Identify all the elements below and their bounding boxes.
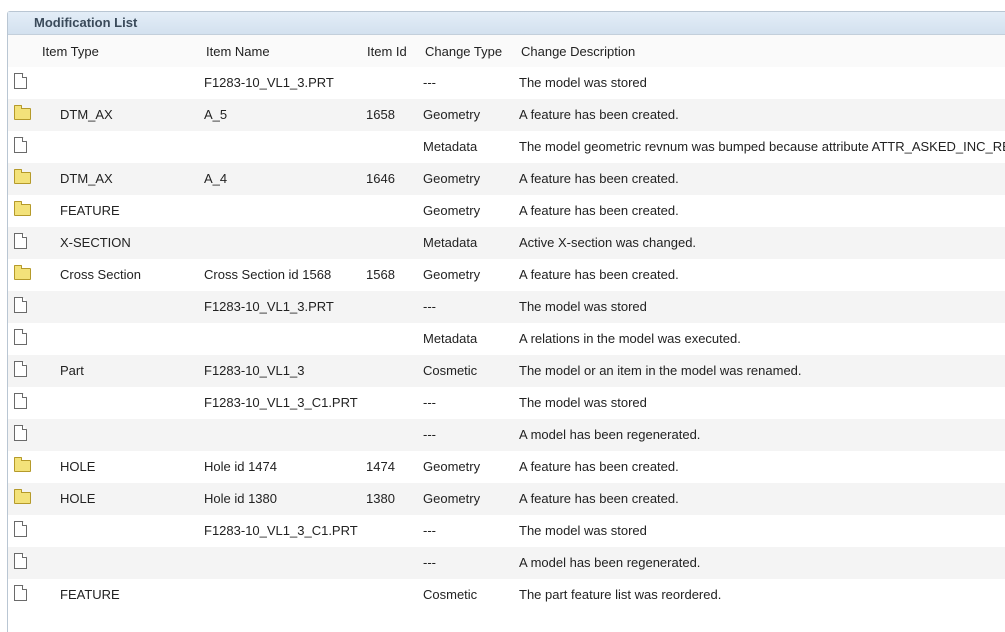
cell-change-type: Geometry bbox=[423, 107, 481, 122]
table-row[interactable]: Metadata The model geometric revnum was b… bbox=[8, 131, 1005, 163]
table-row[interactable]: DTM_AX A_5 1658 Geometry A feature has been … bbox=[8, 99, 1005, 131]
cell-change-description: The model was stored bbox=[519, 395, 647, 410]
cell-change-description: A relations in the model was executed. bbox=[519, 331, 741, 346]
cell-change-description: A feature has been created. bbox=[519, 491, 679, 506]
cell-item-type: X-SECTION bbox=[60, 235, 131, 250]
table-row[interactable]: HOLE Hole id 1380 1380 Geometry A feature ha… bbox=[8, 483, 1005, 515]
cell-change-type: Geometry bbox=[423, 491, 481, 506]
modification-list-panel: Modification List Item Type Item Name It… bbox=[7, 11, 1005, 632]
cell-change-type: Cosmetic bbox=[423, 363, 478, 378]
cell-item-type: Cross Section bbox=[60, 267, 141, 282]
cell-item-type: HOLE bbox=[60, 459, 96, 474]
cell-change-description: A model has been regenerated. bbox=[519, 427, 701, 442]
table-row[interactable]: F1283-10_VL1_3.PRT --- The model was store… bbox=[8, 291, 1005, 323]
cell-change-type: --- bbox=[423, 427, 436, 442]
cell-item-name: A_5 bbox=[204, 107, 228, 122]
column-header-item-type[interactable]: Item Type bbox=[42, 44, 99, 59]
cell-change-description: A feature has been created. bbox=[519, 267, 679, 282]
table-row[interactable]: HOLE Hole id 1474 1474 Geometry A feature ha… bbox=[8, 451, 1005, 483]
cell-item-name: F1283-10_VL1_3.PRT bbox=[204, 75, 334, 90]
cell-item-name: F1283-10_VL1_3.PRT bbox=[204, 299, 334, 314]
table-row[interactable]: FEATURE Cosmetic The part feature list was… bbox=[8, 579, 1005, 611]
panel-title: Modification List bbox=[8, 12, 1005, 35]
cell-item-name: Hole id 1380 bbox=[204, 491, 277, 506]
cell-item-name: Hole id 1474 bbox=[204, 459, 277, 474]
cell-change-description: A feature has been created. bbox=[519, 171, 679, 186]
cell-change-type: --- bbox=[423, 555, 436, 570]
column-header-change-description[interactable]: Change Description bbox=[521, 44, 635, 59]
cell-change-description: A feature has been created. bbox=[519, 203, 679, 218]
column-header-row: Item Type Item Name Item Id Change Type … bbox=[8, 35, 1005, 67]
cell-change-description: The model was stored bbox=[519, 299, 647, 314]
cell-item-type: FEATURE bbox=[60, 587, 120, 602]
table-row[interactable]: Part F1283-10_VL1_3 Cosmetic The model or a… bbox=[8, 355, 1005, 387]
cell-item-id: 1658 bbox=[366, 107, 395, 122]
cell-change-description: The model geometric revnum was bumped be… bbox=[519, 139, 1005, 154]
column-header-item-id[interactable]: Item Id bbox=[367, 44, 407, 59]
cell-change-description: Active X-section was changed. bbox=[519, 235, 697, 250]
table-row[interactable]: F1283-10_VL1_3.PRT --- The model was store… bbox=[8, 67, 1005, 99]
table-row[interactable]: Metadata A relations in the model was exe… bbox=[8, 323, 1005, 355]
cell-item-type: FEATURE bbox=[60, 203, 120, 218]
cell-item-id: 1474 bbox=[366, 459, 395, 474]
cell-change-type: --- bbox=[423, 75, 436, 90]
cell-change-type: Geometry bbox=[423, 203, 481, 218]
table-row[interactable]: --- A model has been regenerated. bbox=[8, 419, 1005, 451]
cell-change-type: Metadata bbox=[423, 139, 478, 154]
cell-change-type: --- bbox=[423, 395, 436, 410]
table-row[interactable]: F1283-10_VL1_3_C1.PRT --- The model was st… bbox=[8, 387, 1005, 419]
cell-change-type: Geometry bbox=[423, 459, 481, 474]
column-header-item-name[interactable]: Item Name bbox=[206, 44, 270, 59]
cell-item-id: 1380 bbox=[366, 491, 395, 506]
cell-item-name: Cross Section id 1568 bbox=[204, 267, 332, 282]
cell-item-type: DTM_AX bbox=[60, 107, 113, 122]
table-row[interactable]: X-SECTION Metadata Active X-section was ch… bbox=[8, 227, 1005, 259]
cell-change-type: Cosmetic bbox=[423, 587, 478, 602]
cell-change-description: The model was stored bbox=[519, 523, 647, 538]
modification-table-body: F1283-10_VL1_3.PRT --- The model was store… bbox=[8, 67, 1005, 611]
cell-item-id: 1646 bbox=[366, 171, 395, 186]
cell-item-name: A_4 bbox=[204, 171, 228, 186]
table-row[interactable]: FEATURE Geometry A feature has been create… bbox=[8, 195, 1005, 227]
cell-change-description: A model has been regenerated. bbox=[519, 555, 701, 570]
cell-change-description: The model was stored bbox=[519, 75, 647, 90]
cell-change-type: --- bbox=[423, 523, 436, 538]
cell-change-type: --- bbox=[423, 299, 436, 314]
cell-item-name: F1283-10_VL1_3_C1.PRT bbox=[204, 523, 358, 538]
cell-change-description: A feature has been created. bbox=[519, 459, 679, 474]
cell-change-description: A feature has been created. bbox=[519, 107, 679, 122]
cell-change-description: The part feature list was reordered. bbox=[519, 587, 722, 602]
cell-change-description: The model or an item in the model was re… bbox=[519, 363, 802, 378]
cell-change-type: Metadata bbox=[423, 235, 478, 250]
table-row[interactable]: --- A model has been regenerated. bbox=[8, 547, 1005, 579]
cell-item-name: F1283-10_VL1_3 bbox=[204, 363, 305, 378]
column-header-change-type[interactable]: Change Type bbox=[425, 44, 502, 59]
cell-item-type: DTM_AX bbox=[60, 171, 113, 186]
table-row[interactable]: F1283-10_VL1_3_C1.PRT --- The model was st… bbox=[8, 515, 1005, 547]
cell-item-type: Part bbox=[60, 363, 84, 378]
table-row[interactable]: Cross Section Cross Section id 1568 1568 Ge… bbox=[8, 259, 1005, 291]
cell-change-type: Geometry bbox=[423, 171, 481, 186]
cell-change-type: Metadata bbox=[423, 331, 478, 346]
cell-item-id: 1568 bbox=[366, 267, 395, 282]
cell-change-type: Geometry bbox=[423, 267, 481, 282]
cell-item-name: F1283-10_VL1_3_C1.PRT bbox=[204, 395, 358, 410]
table-row[interactable]: DTM_AX A_4 1646 Geometry A feature has been … bbox=[8, 163, 1005, 195]
cell-item-type: HOLE bbox=[60, 491, 96, 506]
